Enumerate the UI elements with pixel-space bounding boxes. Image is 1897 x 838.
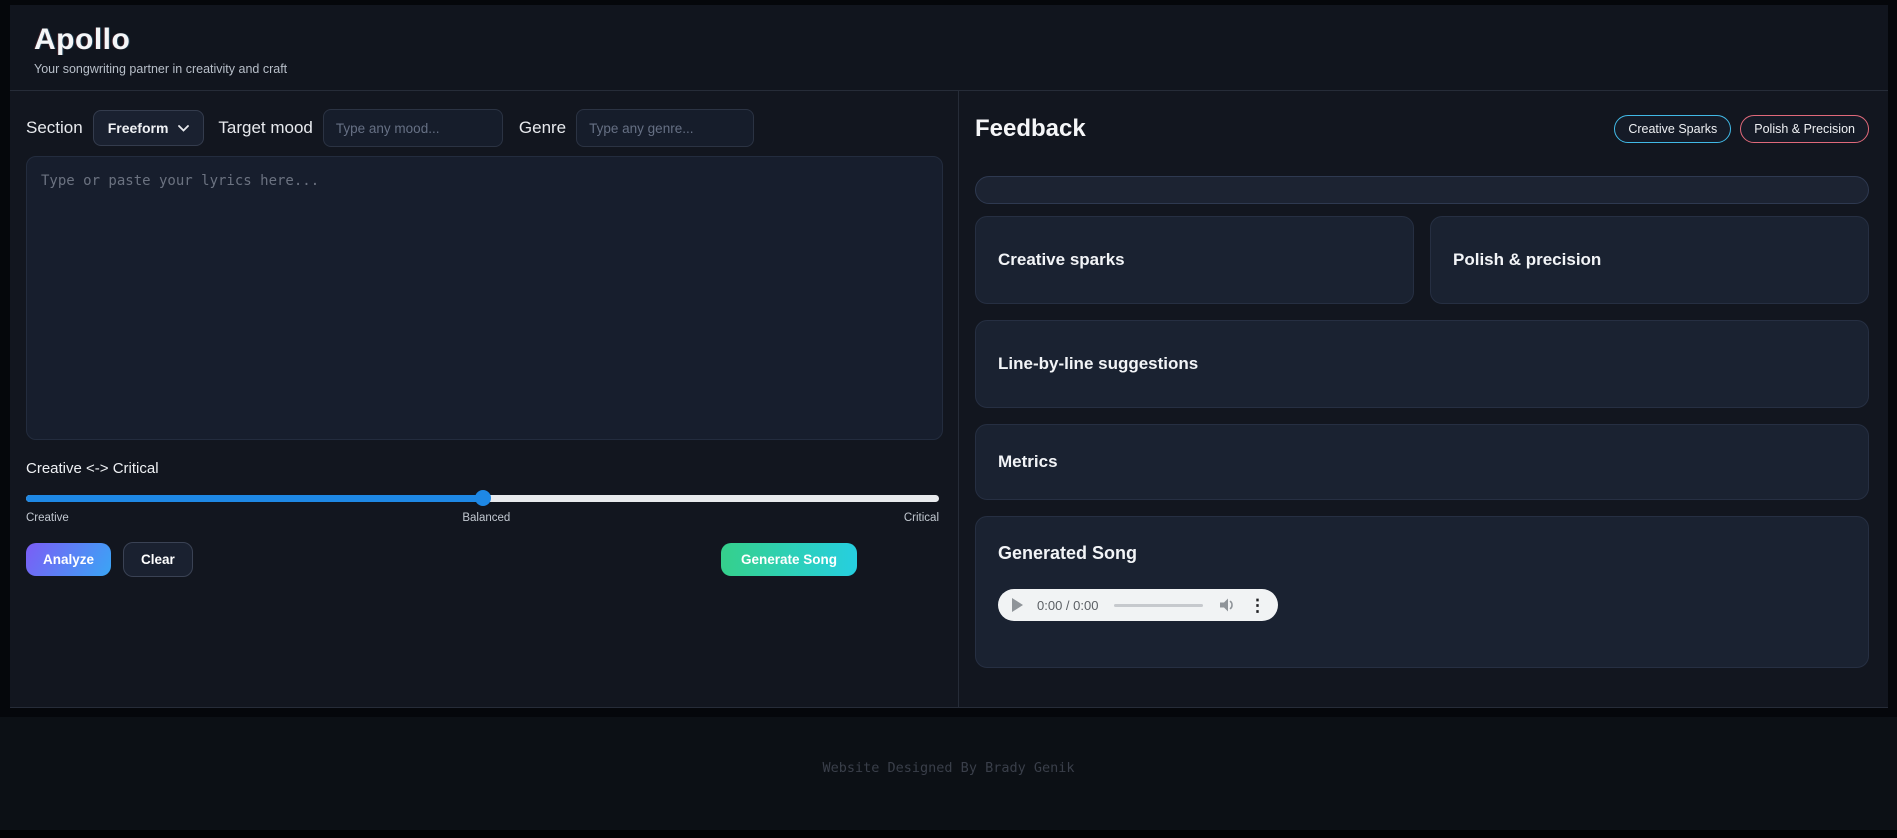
section-label: Section — [26, 118, 83, 137]
play-icon[interactable] — [1012, 598, 1023, 612]
polish-precision-card-title: Polish & precision — [1453, 250, 1602, 269]
page: Apollo Your songwriting partner in creat… — [0, 0, 1897, 838]
audio-player[interactable]: 0:00 / 0:00 ⋮ — [998, 589, 1278, 621]
polish-precision-pill[interactable]: Polish & Precision — [1740, 115, 1869, 143]
audio-progress[interactable] — [1114, 603, 1203, 607]
chevron-down-icon — [178, 124, 190, 132]
generated-song-card-title: Generated Song — [998, 543, 1138, 563]
action-button-row: Analyze Clear Generate Song — [26, 542, 943, 577]
footer-credit: Website Designed By Brady Genik — [822, 760, 1075, 776]
creative-sparks-card: Creative sparks — [975, 216, 1414, 304]
audio-time: 0:00 / 0:00 — [1037, 597, 1099, 613]
creativity-slider[interactable] — [26, 490, 939, 506]
mood-input[interactable] — [322, 109, 503, 147]
genre-label: Genre — [518, 118, 567, 137]
feedback-panel: Feedback Creative Sparks Polish & Precis… — [959, 91, 1888, 707]
slider-thumb[interactable] — [474, 490, 491, 506]
app-title: Apollo — [34, 23, 131, 56]
slider-fill — [26, 495, 483, 502]
composer-form-row: Section Freeform Target mood Genre — [26, 109, 942, 147]
slider-left-label: Creative — [26, 512, 69, 524]
page-footer: Website Designed By Brady Genik — [0, 717, 1897, 830]
feedback-cards-row: Creative sparks Polish & precision — [975, 216, 1869, 304]
clear-button[interactable]: Clear — [123, 542, 193, 577]
slider-right-label: Critical — [903, 512, 939, 524]
audio-menu-icon[interactable]: ⋮ — [1249, 597, 1266, 614]
app-header: Apollo Your songwriting partner in creat… — [10, 5, 1888, 91]
genre-input[interactable] — [576, 109, 755, 147]
mood-label: Target mood — [218, 118, 313, 137]
section-select[interactable]: Freeform — [92, 110, 205, 146]
line-by-line-card-title: Line-by-line suggestions — [998, 354, 1199, 373]
creative-sparks-pill[interactable]: Creative Sparks — [1614, 115, 1732, 143]
generated-song-card: Generated Song 0:00 / 0:00 ⋮ — [975, 516, 1869, 668]
app-container: Apollo Your songwriting partner in creat… — [10, 5, 1888, 708]
slider-label: Creative <-> Critical — [26, 460, 159, 477]
feedback-mode-pills: Creative Sparks Polish & Precision — [1614, 115, 1869, 143]
main-split: Section Freeform Target mood Genre Creat… — [10, 91, 1888, 708]
line-by-line-card: Line-by-line suggestions — [975, 320, 1869, 408]
analyze-button[interactable]: Analyze — [26, 543, 112, 576]
slider-center-label: Balanced — [462, 512, 511, 524]
app-subtitle: Your songwriting partner in creativity a… — [34, 62, 288, 76]
creative-sparks-card-title: Creative sparks — [998, 250, 1125, 269]
slider-sublabels: Creative Balanced Critical — [26, 512, 939, 524]
volume-icon[interactable] — [1219, 597, 1237, 613]
metrics-card-title: Metrics — [998, 452, 1058, 471]
composer-panel: Section Freeform Target mood Genre Creat… — [10, 91, 959, 707]
bottom-strip — [0, 830, 1897, 838]
feedback-title: Feedback — [975, 115, 1086, 142]
generate-song-button[interactable]: Generate Song — [720, 543, 857, 576]
section-select-value: Freeform — [107, 120, 169, 136]
feedback-progress-bar — [975, 176, 1869, 204]
lyrics-textarea[interactable] — [26, 156, 943, 440]
polish-precision-card: Polish & precision — [1430, 216, 1869, 304]
metrics-card: Metrics — [975, 424, 1869, 500]
feedback-header: Feedback Creative Sparks Polish & Precis… — [975, 115, 1869, 143]
